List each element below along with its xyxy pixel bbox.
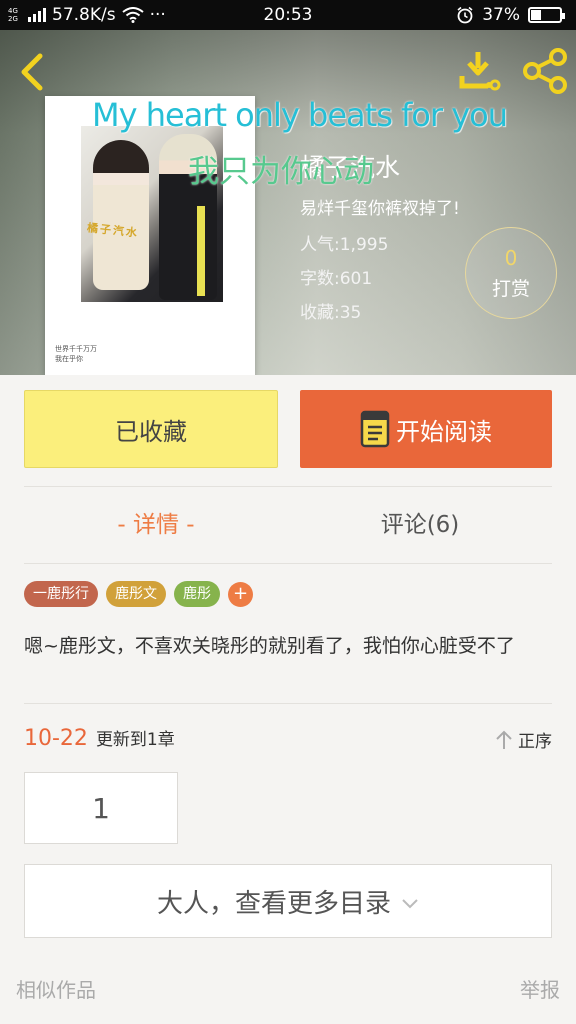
sort-order-button[interactable]: 正序 <box>494 727 552 752</box>
battery-percent: 37% <box>482 5 520 25</box>
chevron-down-icon <box>402 899 418 909</box>
overlay-text-en: My heart only beats for you <box>92 96 508 134</box>
chapter-item[interactable]: 1 <box>24 772 178 844</box>
alarm-icon <box>457 6 473 24</box>
favorite-button[interactable]: 已收藏 <box>24 390 278 468</box>
update-date: 10-22 <box>24 726 88 751</box>
book-description: 嗯~鹿彤文，不喜欢关晓彤的就别看了，我怕你心脏受不了 <box>24 635 515 657</box>
arrow-up-icon <box>496 730 512 749</box>
reward-button[interactable]: 0 打赏 <box>465 227 557 319</box>
status-right: 37% <box>456 5 565 25</box>
tag-list: 一鹿彤行 鹿彤文 鹿彤 + <box>24 581 253 607</box>
cover-caption: 世界千千万万 我在乎你 <box>55 345 97 363</box>
report-link[interactable]: 举报 <box>520 974 560 1003</box>
download-icon[interactable] <box>458 48 504 92</box>
start-reading-label: 开始阅读 <box>396 417 492 446</box>
book-author: 易烊千玺你裤衩掉了! <box>300 199 460 219</box>
book-icon <box>360 410 390 448</box>
stat-favorites: 收藏:35 <box>300 303 362 323</box>
update-text: 更新到1章 <box>95 730 175 750</box>
tag-item[interactable]: 鹿彤文 <box>106 581 166 607</box>
chapter-number: 1 <box>92 791 110 825</box>
status-bar: 4G 2G 57.8K/s ··· 20:53 37% <box>0 0 576 30</box>
tab-comments[interactable]: 评论(6) <box>288 505 552 539</box>
reward-count: 0 <box>504 246 518 270</box>
stat-word-count: 字数:601 <box>300 269 373 289</box>
sort-order-label: 正序 <box>518 732 552 752</box>
tag-item[interactable]: 一鹿彤行 <box>24 581 98 607</box>
tag-item[interactable]: 鹿彤 <box>174 581 220 607</box>
favorite-label: 已收藏 <box>115 417 187 446</box>
view-more-catalog-button[interactable]: 大人，查看更多目录 <box>24 864 552 938</box>
back-icon[interactable] <box>14 50 50 94</box>
add-tag-button[interactable]: + <box>228 581 253 607</box>
reward-label: 打赏 <box>491 278 530 300</box>
view-more-catalog-label: 大人，查看更多目录 <box>156 888 391 919</box>
update-info: 10-22 更新到1章 <box>24 725 175 751</box>
stat-popularity: 人气:1,995 <box>300 235 389 255</box>
divider <box>24 563 552 564</box>
share-icon[interactable] <box>522 48 568 94</box>
battery-icon <box>528 7 565 23</box>
divider <box>24 486 552 487</box>
book-header: 橘子汽水 世界千千万万 我在乎你 橘子汽水 My heart only beat… <box>0 30 576 375</box>
tab-detail[interactable]: - 详情 - <box>24 505 288 539</box>
divider <box>24 703 552 704</box>
overlay-text-cn: 我只为你心动 <box>188 154 374 190</box>
book-cover[interactable]: 橘子汽水 世界千千万万 我在乎你 <box>45 96 255 375</box>
start-reading-button[interactable]: 开始阅读 <box>300 390 552 468</box>
similar-works-heading: 相似作品 <box>16 978 96 1002</box>
